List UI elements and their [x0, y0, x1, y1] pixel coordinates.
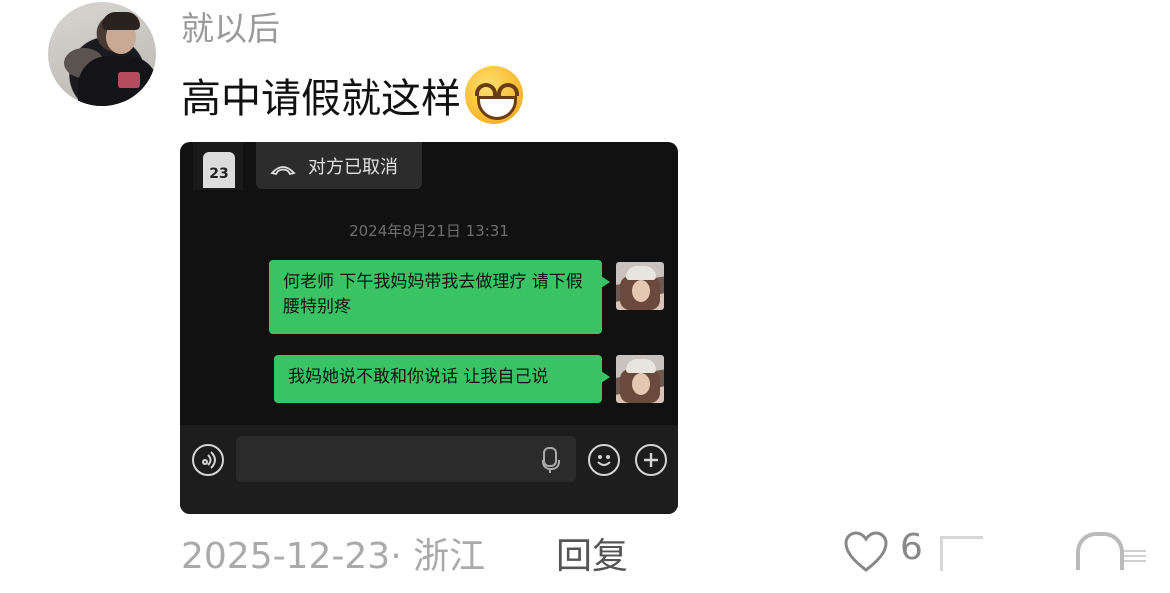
comment-text-row: 高中请假就这样: [181, 66, 523, 124]
contact-avatar: 23: [193, 142, 243, 190]
phone-hangup-icon: [270, 160, 296, 175]
chat-bubble: 我妈她说不敢和你说话 让我自己说: [274, 355, 610, 403]
jersey-number: 23: [203, 152, 235, 188]
voice-input-icon: [192, 444, 224, 476]
emoji-icon: [588, 444, 620, 476]
sender-avatar: [616, 262, 664, 310]
like-count: 6: [900, 527, 923, 568]
chat-screenshot-image[interactable]: 23 对方已取消 2024年8月21日 13:31 何老师 下午我妈妈带我去做理…: [180, 142, 678, 514]
obscured-footer-area: [926, 530, 1160, 574]
sender-avatar: [616, 355, 664, 403]
avatar-hair: [102, 12, 140, 30]
avatar-shirt-print: [118, 72, 140, 88]
call-cancelled-message: 对方已取消: [256, 142, 422, 189]
message-input-field: [236, 436, 576, 482]
avatar-shirt: [78, 56, 156, 106]
reply-button[interactable]: 回复: [556, 527, 628, 579]
commenter-avatar[interactable]: [48, 2, 156, 106]
comment-text: 高中请假就这样: [181, 76, 461, 122]
comment-date-location: 2025-12-23· 浙江: [181, 536, 486, 577]
chat-bubble: 何老师 下午我妈妈带我去做理疗 请下假 腰特别疼: [269, 260, 610, 334]
like-heart-icon[interactable]: [843, 530, 889, 574]
grinning-face-emoji-icon: [465, 66, 523, 124]
call-status-text: 对方已取消: [308, 156, 398, 178]
plus-icon: [635, 444, 667, 476]
chat-timestamp: 2024年8月21日 13:31: [349, 222, 509, 240]
commenter-username[interactable]: 就以后: [181, 2, 280, 50]
